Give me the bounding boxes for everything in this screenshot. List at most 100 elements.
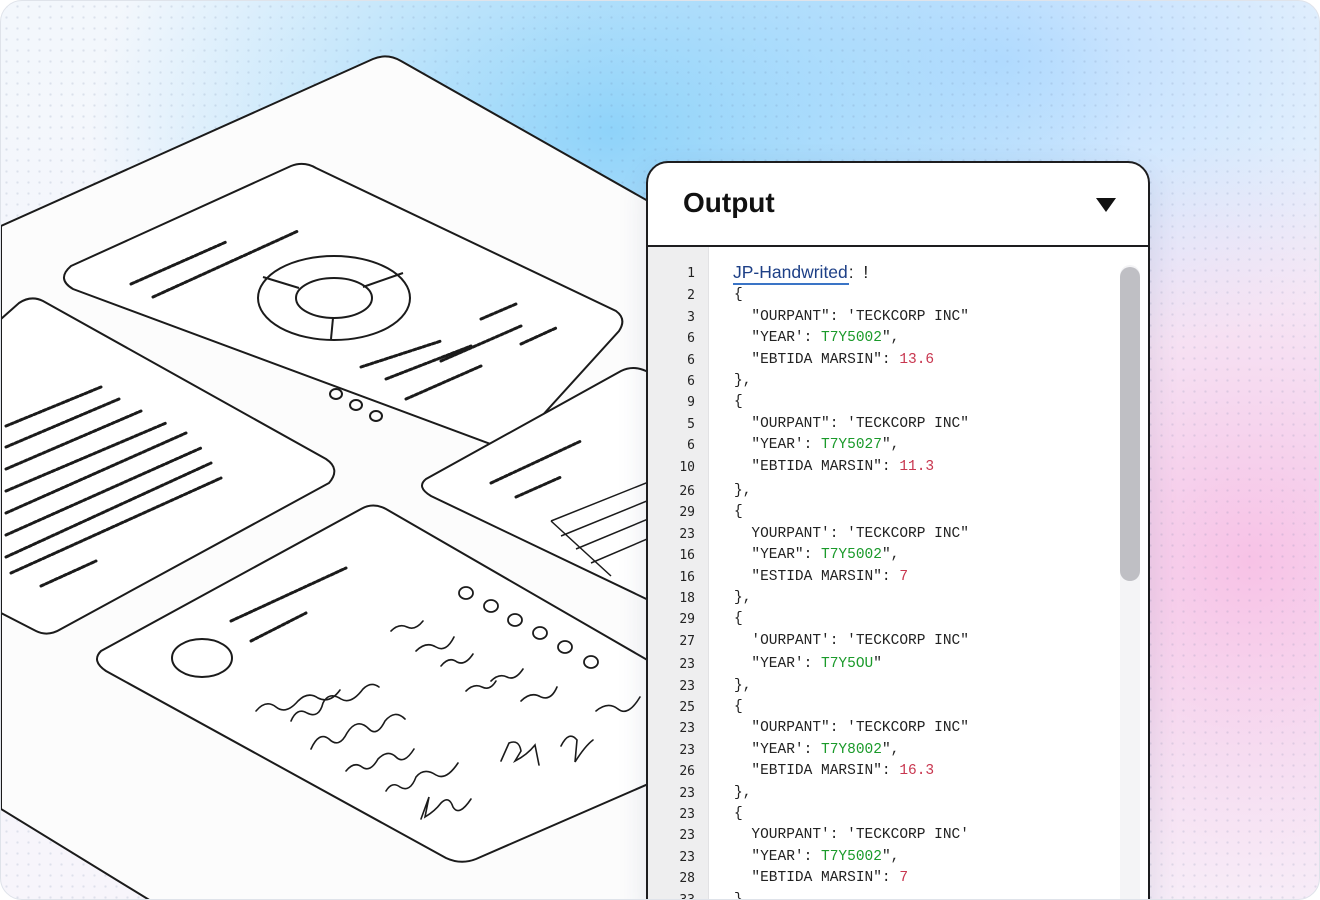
line-number: 23 (679, 721, 695, 737)
code-text: { (734, 394, 743, 411)
code-line: "EBTIDA MARSIN": 13.6 (734, 352, 934, 368)
line-number: 26 (679, 484, 695, 499)
code-line: "YEAR': T7Y5OU" (734, 656, 882, 672)
code-text: { (734, 699, 743, 715)
code-number: 16.3 (899, 763, 935, 780)
line-number: 6 (687, 331, 695, 347)
line-number: 23 (679, 526, 695, 542)
code-line: "YEAR': T7Y5027", (734, 437, 899, 453)
code-string: T7Y5OU (821, 656, 874, 673)
code-text: YOURPANT': 'TECKCORP INC" (734, 525, 969, 542)
code-text: "YEAR': (734, 741, 822, 758)
code-text: "EBTIDA MARSIN": (734, 870, 900, 887)
code-text: ", (881, 741, 900, 758)
vertical-scrollbar[interactable] (1120, 265, 1140, 899)
line-number: 6 (687, 352, 695, 368)
code-text: "YEAR': (734, 330, 822, 347)
code-text: "YEAR': (734, 437, 822, 454)
code-line: { (734, 611, 743, 627)
code-string: T7Y5027 (821, 437, 882, 454)
code-line: { (734, 287, 743, 303)
code-line: "EBTIDA MARSIN": 16.3 (734, 763, 934, 779)
code-line-header: JP-Handwrited: ! (733, 262, 869, 285)
model-tag-link[interactable]: JP-Handwrited (733, 262, 849, 285)
scrollbar-thumb[interactable] (1120, 267, 1140, 581)
line-number: 5 (687, 416, 695, 432)
code-line: { (734, 394, 743, 410)
line-number: 23 (679, 849, 695, 865)
code-text: ", (881, 848, 900, 865)
code-line: "OURPANT": 'TECKCORP INC" (734, 309, 969, 325)
code-number: 7 (899, 870, 909, 887)
line-number: 23 (679, 785, 695, 801)
code-line: }, (734, 678, 751, 694)
line-number: 23 (679, 742, 695, 758)
code-line: { (734, 806, 743, 822)
code-text: " (873, 656, 882, 673)
line-number: 23 (679, 807, 695, 822)
code-string: T7Y8002 (821, 741, 882, 758)
code-text: ", (881, 547, 900, 564)
code-line: "EBTIDA MARSIN": 11.3 (734, 459, 934, 475)
output-panel-header[interactable]: Output (648, 163, 1148, 247)
line-number: 2 (687, 288, 695, 304)
code-text: "YEAR': (734, 848, 822, 865)
code-line: { (734, 699, 743, 715)
code-text: "YEAR": (734, 547, 822, 564)
code-text: ", (881, 330, 900, 347)
line-number: 9 (687, 395, 695, 411)
line-number: 6 (687, 438, 695, 454)
code-string: T7Y5002 (821, 547, 882, 564)
code-text: "EBTIDA MARSIN": (734, 458, 900, 475)
code-text: "OURPANT": 'TECKCORP INC" (734, 308, 969, 325)
code-line: }, (734, 373, 751, 389)
line-number: 3 (687, 309, 695, 325)
code-text: }, (734, 891, 752, 900)
code-line: }, (734, 785, 751, 801)
output-panel-title: Output (683, 187, 775, 218)
code-string: T7Y5002 (821, 848, 882, 865)
code-text: { (734, 504, 743, 521)
line-number: 25 (679, 700, 695, 715)
code-line: "YEAR': T7Y5002", (734, 330, 899, 346)
line-number-gutter: 1 2 3 6 6 6 9 5 6 10 26 29 23 16 16 18 29 27 23 23 25 23 23 26 2… (648, 247, 709, 899)
code-line: "ESTIDA MARSIN": 7 (734, 569, 908, 585)
code-line: "EBTIDA MARSIN": 7 (734, 870, 908, 886)
code-text: { (734, 287, 743, 304)
code-text: }, (734, 483, 752, 499)
code-line: YOURPANT': 'TECKCORP INC" (734, 526, 969, 542)
line-number: 18 (679, 591, 695, 606)
code-line: YOURPANT': 'TECKCORP INC' (734, 827, 969, 843)
code-text: ", (881, 437, 900, 454)
code-editor[interactable]: 1 2 3 6 6 6 9 5 6 10 26 29 23 16 16 18 29 27 23 23 25 23 23 26 2… (648, 247, 1148, 900)
line-number: 16 (679, 569, 695, 585)
line-number: 1 (687, 266, 695, 281)
code-text: "EBTIDA MARSIN": (734, 763, 900, 780)
code-line: "OURPANT": 'TECKCORP INC" (734, 416, 969, 432)
line-number: 16 (679, 548, 695, 564)
code-text: { (734, 611, 743, 628)
line-number: 6 (687, 374, 695, 389)
code-text: "OURPANT": 'TECKCORP INC" (734, 415, 969, 432)
caret-down-icon[interactable] (1096, 198, 1116, 212)
code-number: 13.6 (899, 351, 935, 368)
line-number: 29 (679, 612, 695, 628)
line-number: 26 (679, 764, 695, 780)
code-line: { (734, 504, 743, 520)
code-punctuation: : ! (848, 262, 869, 282)
code-line: "YEAR': T7Y8002", (734, 742, 899, 758)
line-number: 29 (679, 505, 695, 521)
code-line: "YEAR': T7Y5002", (734, 849, 899, 865)
code-text: "OURPANT": 'TECKCORP INC" (734, 720, 969, 737)
code-text: "ESTIDA MARSIN": (734, 568, 900, 585)
code-number: 7 (899, 568, 909, 585)
output-panel: Output 1 2 3 6 6 6 9 5 6 10 26 29 23 16 16 18 29 27 23 23 25… (646, 161, 1150, 900)
code-line: 'OURPANT': 'TECKCORP INC" (734, 633, 969, 649)
code-number: 11.3 (899, 458, 935, 475)
code-text: { (734, 806, 743, 822)
code-text: 'OURPANT': 'TECKCORP INC" (734, 632, 969, 649)
line-number: 23 (679, 657, 695, 673)
code-line: }, (734, 891, 752, 900)
line-number: 23 (679, 828, 695, 844)
code-text: }, (734, 784, 752, 801)
